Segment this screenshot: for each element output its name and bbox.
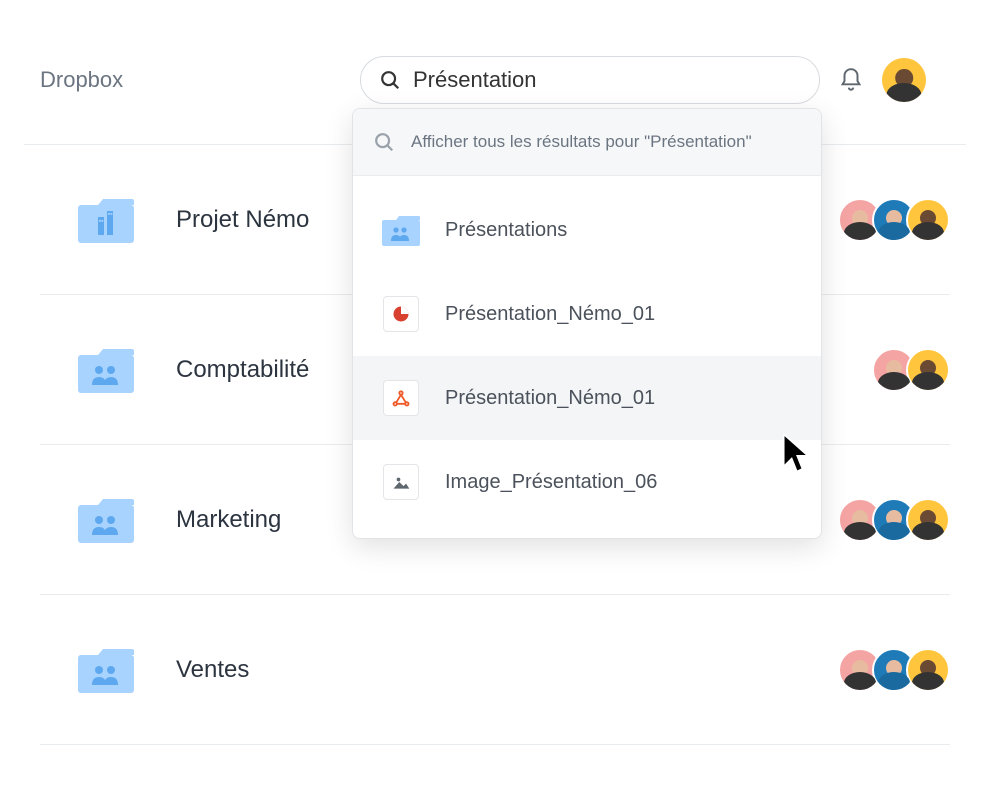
suggestion-list: Présentations Présentation_Némo_01 [353,176,821,538]
show-all-results-label: Afficher tous les résultats pour "Présen… [411,132,752,152]
search-area [360,56,950,104]
brand-title: Dropbox [40,67,340,93]
search-icon [373,131,395,153]
search-icon [379,69,401,91]
notifications-icon[interactable] [838,67,864,93]
search-suggestions-dropdown: Afficher tous les résultats pour "Présen… [352,108,822,539]
image-icon [381,462,421,502]
search-input[interactable] [413,67,801,93]
avatar[interactable] [906,498,950,542]
folder-name: Ventes [176,656,848,684]
avatar[interactable] [906,648,950,692]
shared-avatars [848,498,950,542]
show-all-results[interactable]: Afficher tous les résultats pour "Présen… [353,109,821,176]
avatar[interactable] [906,348,950,392]
suggestion-label: Présentations [445,219,567,242]
suggestion-item[interactable]: Présentations [353,188,821,272]
folder-shared-icon [76,645,136,695]
shared-avatars [882,348,950,392]
folder-shared-icon [76,345,136,395]
shared-avatars [848,648,950,692]
search-field[interactable] [360,56,820,104]
folder-shared-icon [381,210,421,250]
user-avatar[interactable] [882,58,926,102]
powerpoint-icon [381,294,421,334]
folder-row[interactable]: Ventes [40,595,950,745]
suggestion-item[interactable]: Image_Présentation_06 [353,440,821,524]
suggestion-label: Présentation_Némo_01 [445,387,655,410]
folder-shared-icon [76,495,136,545]
suggestion-item[interactable]: Présentation_Némo_01 [353,356,821,440]
suggestion-label: Image_Présentation_06 [445,471,657,494]
suggestion-label: Présentation_Némo_01 [445,303,655,326]
shared-avatars [848,198,950,242]
canvas-icon [381,378,421,418]
avatar[interactable] [906,198,950,242]
suggestion-item[interactable]: Présentation_Némo_01 [353,272,821,356]
cursor-pointer-icon [780,432,814,479]
folder-icon [76,195,136,245]
